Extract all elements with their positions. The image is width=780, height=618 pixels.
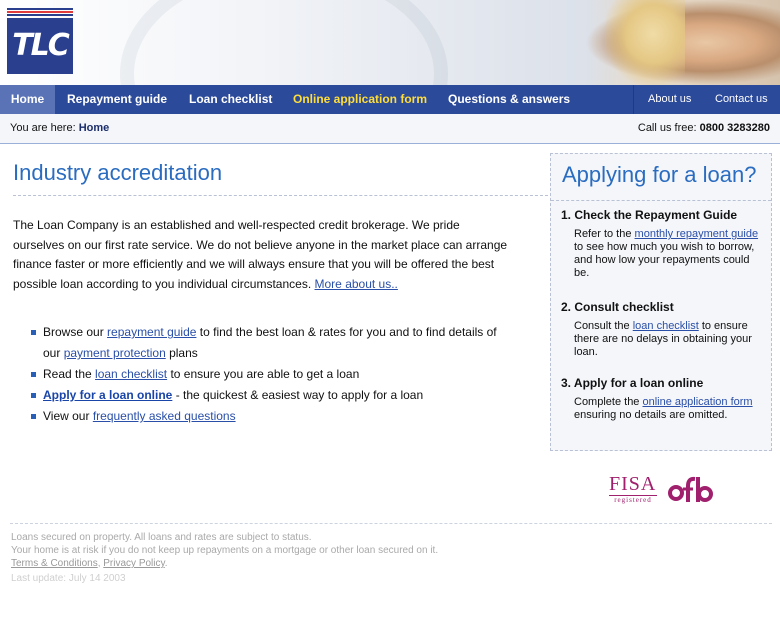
fisa-logo: FISA registered	[609, 473, 657, 504]
header-photo	[585, 0, 780, 85]
nav-loan-checklist[interactable]: Loan checklist	[189, 85, 272, 114]
phone-info: Call us free: 0800 3283280	[637, 122, 770, 134]
footer-disclaimer-2: Your home is at risk if you do not keep …	[11, 545, 439, 556]
monthly-repayment-guide-link[interactable]: monthly repayment guide	[635, 228, 759, 240]
list-item: Apply for a loan online - the quickest &…	[31, 385, 511, 406]
breadcrumb-bar: You are here: Home Call us free: 0800 32…	[0, 114, 780, 144]
step-heading: Check the Repayment Guide	[574, 208, 738, 222]
list-item: View our frequently asked questions	[31, 406, 511, 427]
sidebar-title: Applying for a loan?	[562, 162, 757, 187]
list-item: Read the loan checklist to ensure you ar…	[31, 364, 511, 385]
site-header: TLC	[0, 0, 780, 85]
sidebar-step-3: 3. Apply for a loan online Complete the …	[561, 376, 753, 422]
loan-checklist-link[interactable]: loan checklist	[95, 367, 167, 381]
nav-questions-answers[interactable]: Questions & answers	[448, 85, 570, 114]
bullet-list: Browse our repayment guide to find the b…	[31, 322, 511, 427]
sidebar-loan-checklist-link[interactable]: loan checklist	[633, 320, 699, 332]
step-heading: Consult checklist	[574, 300, 674, 314]
list-item: Browse our repayment guide to find the b…	[31, 322, 511, 364]
footer-divider	[10, 523, 772, 524]
title-divider	[13, 195, 548, 196]
breadcrumb-current: Home	[78, 122, 110, 134]
main-nav: Home Repayment guide Loan checklist Onli…	[0, 85, 780, 114]
intro-paragraph: The Loan Company is an established and w…	[13, 218, 508, 291]
nav-about-us[interactable]: About us	[648, 85, 691, 114]
faq-link[interactable]: frequently asked questions	[93, 409, 236, 423]
header-watermark	[120, 0, 448, 85]
phone-number: 0800 3283280	[699, 122, 770, 134]
sidebar-step-2: 2. Consult checklist Consult the loan ch…	[561, 300, 752, 359]
site-footer: Loans secured on property. All loans and…	[11, 532, 439, 584]
terms-link[interactable]: Terms & Conditions	[11, 558, 98, 569]
footer-disclaimer-1: Loans secured on property. All loans and…	[11, 532, 312, 543]
step-heading: Apply for a loan online	[573, 376, 704, 390]
last-updated: Last update: July 14 2003	[11, 573, 126, 584]
nav-separator	[633, 85, 634, 114]
payment-protection-link[interactable]: payment protection	[64, 346, 166, 360]
nav-contact-us[interactable]: Contact us	[715, 85, 768, 114]
nav-home[interactable]: Home	[0, 85, 55, 114]
repayment-guide-link[interactable]: repayment guide	[107, 325, 196, 339]
logo-stripes	[7, 8, 73, 16]
logo-text: TLC	[7, 18, 73, 74]
ofb-logo	[668, 476, 713, 502]
sidebar-step-1: 1. Check the Repayment Guide Refer to th…	[561, 208, 759, 280]
apply-online-link[interactable]: Apply for a loan online	[43, 388, 172, 402]
nav-repayment-guide[interactable]: Repayment guide	[67, 85, 167, 114]
sidebar-divider	[551, 200, 771, 201]
online-application-form-link[interactable]: online application form	[643, 396, 753, 408]
more-about-us-link[interactable]: More about us..	[315, 277, 398, 291]
tlc-logo[interactable]: TLC	[7, 8, 73, 74]
breadcrumb: You are here: Home	[10, 122, 110, 134]
apply-sidebar: Applying for a loan? 1. Check the Repaym…	[550, 153, 772, 451]
nav-online-application[interactable]: Online application form	[293, 85, 427, 114]
page-title: Industry accreditation	[13, 160, 223, 185]
privacy-link[interactable]: Privacy Policy	[103, 558, 165, 569]
